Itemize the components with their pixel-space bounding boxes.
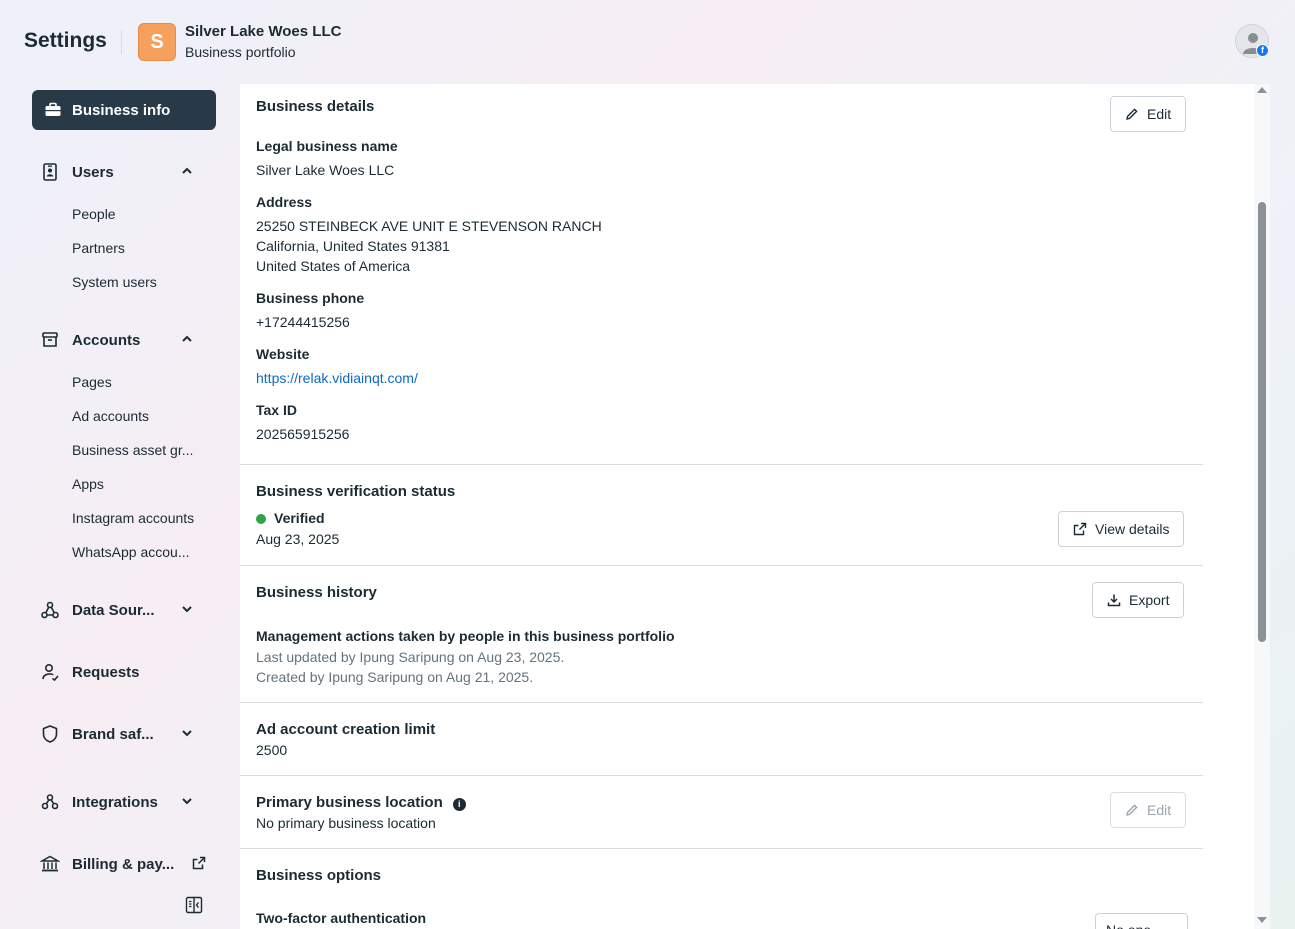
tax-id-label: Tax ID xyxy=(256,402,297,418)
edit-location-button[interactable]: Edit xyxy=(1110,792,1187,828)
sidebar-item-label: Business info xyxy=(72,101,171,119)
sidebar-group-label: Accounts xyxy=(72,331,141,349)
sidebar-group-label: Requests xyxy=(72,663,140,681)
verified-status-dot-icon xyxy=(256,514,266,524)
sidebar-item-partners[interactable]: Partners xyxy=(72,240,125,256)
two-factor-select[interactable]: No one xyxy=(1095,913,1188,929)
history-updated: Last updated by Ipung Saripung on Aug 23… xyxy=(256,649,565,665)
business-options-title: Business options xyxy=(256,867,382,884)
sidebar-group-label: Integrations xyxy=(72,793,158,811)
primary-location-value: No primary business location xyxy=(256,815,436,831)
sidebar-group-accounts[interactable]: Accounts xyxy=(40,327,210,353)
sidebar-group-label: Billing & pay... xyxy=(72,855,175,873)
external-link-icon xyxy=(192,856,206,870)
business-avatar[interactable]: S xyxy=(138,23,176,61)
edit-button[interactable]: Edit xyxy=(1110,96,1187,132)
pencil-icon xyxy=(1126,108,1138,120)
business-details-section: Business details Edit Legal business nam… xyxy=(240,84,1203,465)
history-created: Created by Ipung Saripung on Aug 21, 202… xyxy=(256,669,534,685)
archive-box-icon xyxy=(42,332,58,347)
sidebar-group-label: Brand saf... xyxy=(72,725,154,743)
section-title: Ad account creation limit xyxy=(256,721,436,738)
sidebar-item-business-asset-groups[interactable]: Business asset gr... xyxy=(72,442,193,458)
sidebar-item-pages[interactable]: Pages xyxy=(72,374,112,390)
briefcase-icon xyxy=(45,102,61,116)
address-label: Address xyxy=(256,194,313,210)
address-line-3: United States of America xyxy=(256,258,411,274)
facebook-badge-icon: f xyxy=(1256,44,1269,57)
section-title: Business history xyxy=(256,584,377,601)
main-panel: Business details Edit Legal business nam… xyxy=(240,84,1270,929)
sidebar-item-whatsapp-accounts[interactable]: WhatsApp accou... xyxy=(72,544,190,560)
id-badge-icon xyxy=(43,163,57,181)
two-factor-label: Two-factor authentication xyxy=(256,910,427,926)
sidebar-group-data-sources[interactable]: Data Sour... xyxy=(40,597,210,623)
chevron-down-icon[interactable] xyxy=(180,602,194,616)
legal-name-label: Legal business name xyxy=(256,138,398,154)
sidebar-item-people[interactable]: People xyxy=(72,206,116,222)
scroll-down-arrow-icon[interactable] xyxy=(1257,917,1267,923)
sidebar-group-users[interactable]: Users xyxy=(40,159,210,185)
business-name[interactable]: Silver Lake Woes LLC xyxy=(185,23,341,40)
ad-limit-section: Ad account creation limit 2500 xyxy=(240,703,1203,776)
section-title: Business verification status xyxy=(256,483,456,500)
phone-label: Business phone xyxy=(256,290,365,306)
sidebar: Business info Users People Partners Syst… xyxy=(0,84,232,929)
website-label: Website xyxy=(256,346,310,362)
sidebar-group-integrations[interactable]: Integrations xyxy=(40,789,210,815)
history-subtitle: Management actions taken by people in th… xyxy=(256,628,675,644)
page-title: Settings xyxy=(24,29,107,52)
website-link[interactable]: https://relak.vidiainqt.com/ xyxy=(256,370,418,386)
business-subtitle: Business portfolio xyxy=(185,44,296,60)
legal-name-value: Silver Lake Woes LLC xyxy=(256,162,395,178)
header-divider xyxy=(121,30,122,54)
main-scrollbar[interactable] xyxy=(1254,84,1270,929)
integrations-icon xyxy=(41,794,59,810)
export-button[interactable]: Export xyxy=(1092,582,1185,618)
address-line-2: California, United States 91381 xyxy=(256,238,450,254)
collapse-sidebar-icon[interactable] xyxy=(185,896,203,914)
phone-value: +17244415256 xyxy=(256,314,350,330)
chevron-down-icon[interactable] xyxy=(180,726,194,740)
bank-icon xyxy=(40,855,60,872)
sidebar-group-brand-safety[interactable]: Brand saf... xyxy=(40,721,210,747)
section-title: Primary business location i xyxy=(256,794,466,811)
view-details-button[interactable]: View details xyxy=(1058,511,1185,547)
download-icon xyxy=(1107,594,1121,607)
sidebar-item-requests[interactable]: Requests xyxy=(40,659,210,685)
verification-status: Verified xyxy=(256,510,325,526)
business-history-section: Business history Export Management actio… xyxy=(240,566,1203,703)
address-line-1: 25250 STEINBECK AVE UNIT E STEVENSON RAN… xyxy=(256,218,602,234)
person-request-icon xyxy=(42,663,59,682)
sidebar-item-system-users[interactable]: System users xyxy=(72,274,157,290)
sidebar-group-label: Users xyxy=(72,163,114,181)
sidebar-item-ad-accounts[interactable]: Ad accounts xyxy=(72,408,149,424)
verification-section: Business verification status Verified Au… xyxy=(240,465,1203,566)
scroll-up-arrow-icon[interactable] xyxy=(1257,87,1267,93)
info-icon[interactable]: i xyxy=(452,798,466,811)
sidebar-group-label: Data Sour... xyxy=(72,601,155,619)
open-external-icon xyxy=(1073,522,1087,536)
ad-limit-value: 2500 xyxy=(256,742,288,758)
section-title: Business details xyxy=(256,98,375,115)
sidebar-item-apps[interactable]: Apps xyxy=(72,476,104,492)
sidebar-item-instagram-accounts[interactable]: Instagram accounts xyxy=(72,510,194,526)
chevron-up-icon[interactable] xyxy=(180,332,194,346)
primary-location-section: Primary business location i No primary bu… xyxy=(240,776,1203,849)
chevron-up-icon[interactable] xyxy=(180,164,194,178)
scrollbar-thumb[interactable] xyxy=(1258,202,1266,642)
chevron-down-icon[interactable] xyxy=(180,794,194,808)
sidebar-item-billing[interactable]: Billing & pay... xyxy=(40,851,210,877)
verification-date: Aug 23, 2025 xyxy=(256,531,340,547)
top-bar: Settings S Silver Lake Woes LLC Business… xyxy=(0,0,1295,84)
data-sources-icon xyxy=(41,601,59,619)
tax-id-value: 202565915256 xyxy=(256,426,350,442)
sidebar-item-business-info[interactable]: Business info xyxy=(32,90,216,130)
shield-icon xyxy=(42,725,58,743)
pencil-icon xyxy=(1126,804,1138,816)
